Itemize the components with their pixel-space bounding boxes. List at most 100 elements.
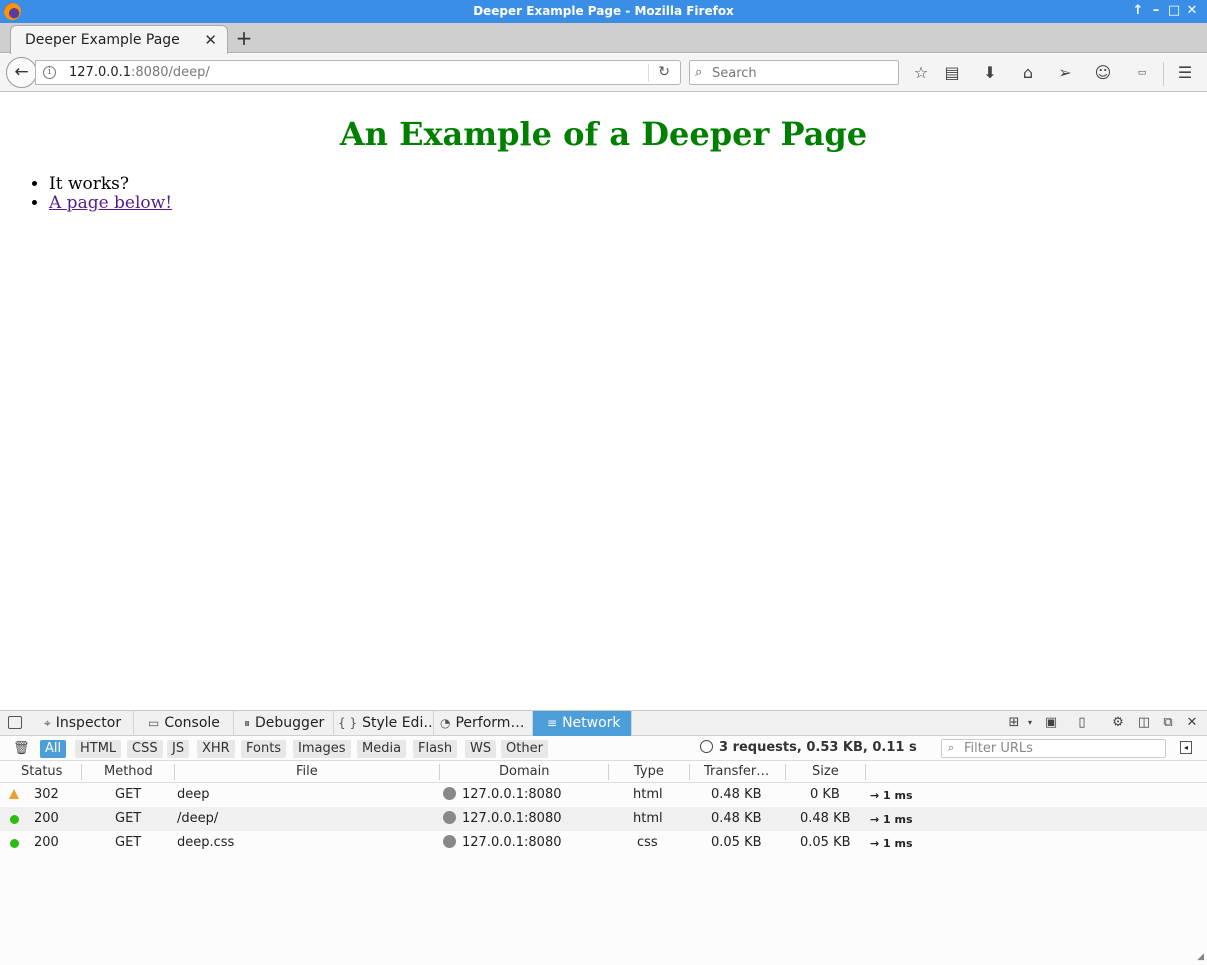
style-editor-icon: { } — [338, 716, 358, 730]
tab-strip: Deeper Example Page ✕ + — [0, 23, 1207, 54]
col-status[interactable]: Status — [21, 764, 62, 779]
tab-label: Deeper Example Page — [25, 32, 180, 48]
reload-icon[interactable]: ↻ — [658, 64, 670, 80]
filter-fonts-button[interactable]: Fonts — [241, 740, 287, 758]
trash-icon[interactable]: 🗑 — [13, 741, 30, 756]
table-row[interactable]: 200 GET /deep/ 127.0.0.1:8080 html 0.48 … — [0, 807, 1207, 831]
filter-html-button[interactable]: HTML — [75, 740, 122, 758]
site-info-icon[interactable]: i — [43, 66, 56, 79]
tab-network[interactable]: ≡ Network — [533, 711, 632, 736]
bookmarks-menu-icon[interactable]: ▤ — [941, 62, 963, 84]
table-row[interactable]: 200 GET deep.css 127.0.0.1:8080 css 0.05… — [0, 831, 1207, 855]
success-status-icon — [10, 839, 19, 848]
maximize-button[interactable]: □ — [1166, 3, 1182, 19]
settings-gear-icon[interactable]: ⚙ — [1109, 715, 1127, 730]
tab-debugger-label: Debugger — [255, 715, 325, 731]
cell-transferred: 0.05 KB — [711, 835, 762, 850]
cell-size: 0 KB — [810, 787, 840, 802]
table-row[interactable]: 302 GET deep 127.0.0.1:8080 html 0.48 KB… — [0, 783, 1207, 807]
list-item: It works? — [49, 175, 172, 194]
downloads-icon[interactable]: ⬇ — [979, 62, 1001, 84]
dock-side-icon[interactable]: ◫ — [1135, 715, 1153, 730]
col-method[interactable]: Method — [104, 764, 153, 779]
page-below-link[interactable]: A page below! — [49, 193, 172, 213]
col-transferred[interactable]: Transfer… — [704, 764, 769, 779]
tab-debugger[interactable]: ⏸ Debugger — [234, 711, 334, 736]
request-summary: 3 requests, 0.53 KB, 0.11 s — [700, 740, 917, 755]
bookmark-star-icon[interactable]: ☆ — [910, 62, 932, 84]
filter-css-button[interactable]: CSS — [127, 740, 163, 758]
pin-window-icon[interactable]: ↑ — [1130, 3, 1146, 19]
cell-type: html — [633, 787, 663, 802]
back-button[interactable]: ← — [6, 57, 37, 88]
tab-performance[interactable]: ◔ Perform… — [434, 711, 533, 736]
filter-xhr-button[interactable]: XHR — [197, 740, 235, 758]
filter-js-button[interactable]: JS — [167, 740, 190, 758]
toolbar-separator — [1163, 62, 1164, 86]
column-separator[interactable] — [174, 764, 175, 780]
filter-images-button[interactable]: Images — [293, 740, 351, 758]
cell-domain: 127.0.0.1:8080 — [443, 787, 562, 802]
filter-flash-button[interactable]: Flash — [413, 740, 458, 758]
cell-file: deep.css — [177, 835, 235, 850]
new-tab-button[interactable]: + — [234, 26, 254, 50]
column-separator[interactable] — [439, 764, 440, 780]
tab-network-label: Network — [562, 715, 621, 731]
tab-inspector[interactable]: ⌖ Inspector — [34, 711, 134, 736]
cell-type: css — [637, 835, 658, 850]
split-console-icon[interactable]: ▣ — [1042, 715, 1060, 730]
cell-timing: → 1 ms — [870, 813, 913, 826]
filter-media-button[interactable]: Media — [357, 740, 407, 758]
close-window-button[interactable]: ✕ — [1184, 3, 1200, 19]
resize-grip-icon[interactable]: ◢ — [1197, 952, 1204, 962]
column-separator[interactable] — [689, 764, 690, 780]
send-tab-icon[interactable]: ➢ — [1054, 62, 1076, 84]
url-bar[interactable]: i 127.0.0.1:8080/deep/ ↻ — [35, 60, 681, 85]
minimize-button[interactable]: – — [1148, 3, 1164, 19]
browser-tab[interactable]: Deeper Example Page ✕ — [10, 25, 228, 54]
col-type[interactable]: Type — [634, 764, 664, 779]
home-icon[interactable]: ⌂ — [1017, 62, 1039, 84]
col-size[interactable]: Size — [812, 764, 839, 779]
filter-other-button[interactable]: Other — [501, 740, 548, 758]
search-input[interactable] — [712, 64, 892, 82]
search-bar[interactable]: ⌕ — [689, 60, 899, 85]
filter-urls-input[interactable] — [964, 741, 1162, 756]
redirect-status-icon — [9, 789, 19, 799]
title-bar: Deeper Example Page - Mozilla Firefox ↑ … — [0, 0, 1207, 23]
column-separator[interactable] — [81, 764, 82, 780]
tab-close-icon[interactable]: ✕ — [204, 31, 217, 49]
column-separator[interactable] — [785, 764, 786, 780]
cell-method: GET — [115, 811, 142, 826]
requests-table: Status Method File Domain Type Transfer…… — [0, 761, 1207, 855]
cell-method: GET — [115, 835, 142, 850]
globe-icon — [443, 787, 456, 800]
clock-icon — [700, 740, 713, 753]
tab-console-label: Console — [164, 715, 220, 731]
tab-style-editor[interactable]: { } Style Edi… — [334, 711, 434, 736]
col-domain[interactable]: Domain — [499, 764, 549, 779]
undock-window-icon[interactable]: ⧉ — [1159, 715, 1177, 730]
col-file[interactable]: File — [296, 764, 318, 779]
hamburger-menu-icon[interactable]: ☰ — [1174, 62, 1196, 84]
filter-ws-button[interactable]: WS — [465, 740, 497, 758]
element-picker-icon[interactable] — [8, 716, 22, 729]
chevron-down-icon[interactable]: ▾ — [1021, 718, 1039, 727]
filter-all-button[interactable]: All — [40, 740, 67, 758]
css-addon-icon[interactable]: ▭ — [1131, 62, 1153, 84]
column-separator[interactable] — [865, 764, 866, 780]
search-icon: ⌕ — [695, 65, 703, 80]
column-separator[interactable] — [608, 764, 609, 780]
globe-icon — [443, 811, 456, 824]
filter-urls-box[interactable]: ⌕ — [941, 739, 1166, 758]
window-title: Deeper Example Page - Mozilla Firefox — [473, 4, 734, 18]
url-text[interactable]: 127.0.0.1:8080/deep/ — [69, 65, 210, 80]
feedback-icon[interactable]: ☺ — [1092, 62, 1114, 84]
cell-size: 0.48 KB — [800, 811, 851, 826]
close-devtools-icon[interactable]: ✕ — [1183, 715, 1201, 730]
responsive-design-icon[interactable]: ▯ — [1073, 715, 1091, 730]
tab-performance-label: Perform… — [455, 715, 525, 731]
page-heading: An Example of a Deeper Page — [339, 115, 868, 153]
toggle-sidebar-icon[interactable]: ◂ — [1180, 741, 1192, 754]
tab-console[interactable]: ▭ Console — [134, 711, 234, 736]
